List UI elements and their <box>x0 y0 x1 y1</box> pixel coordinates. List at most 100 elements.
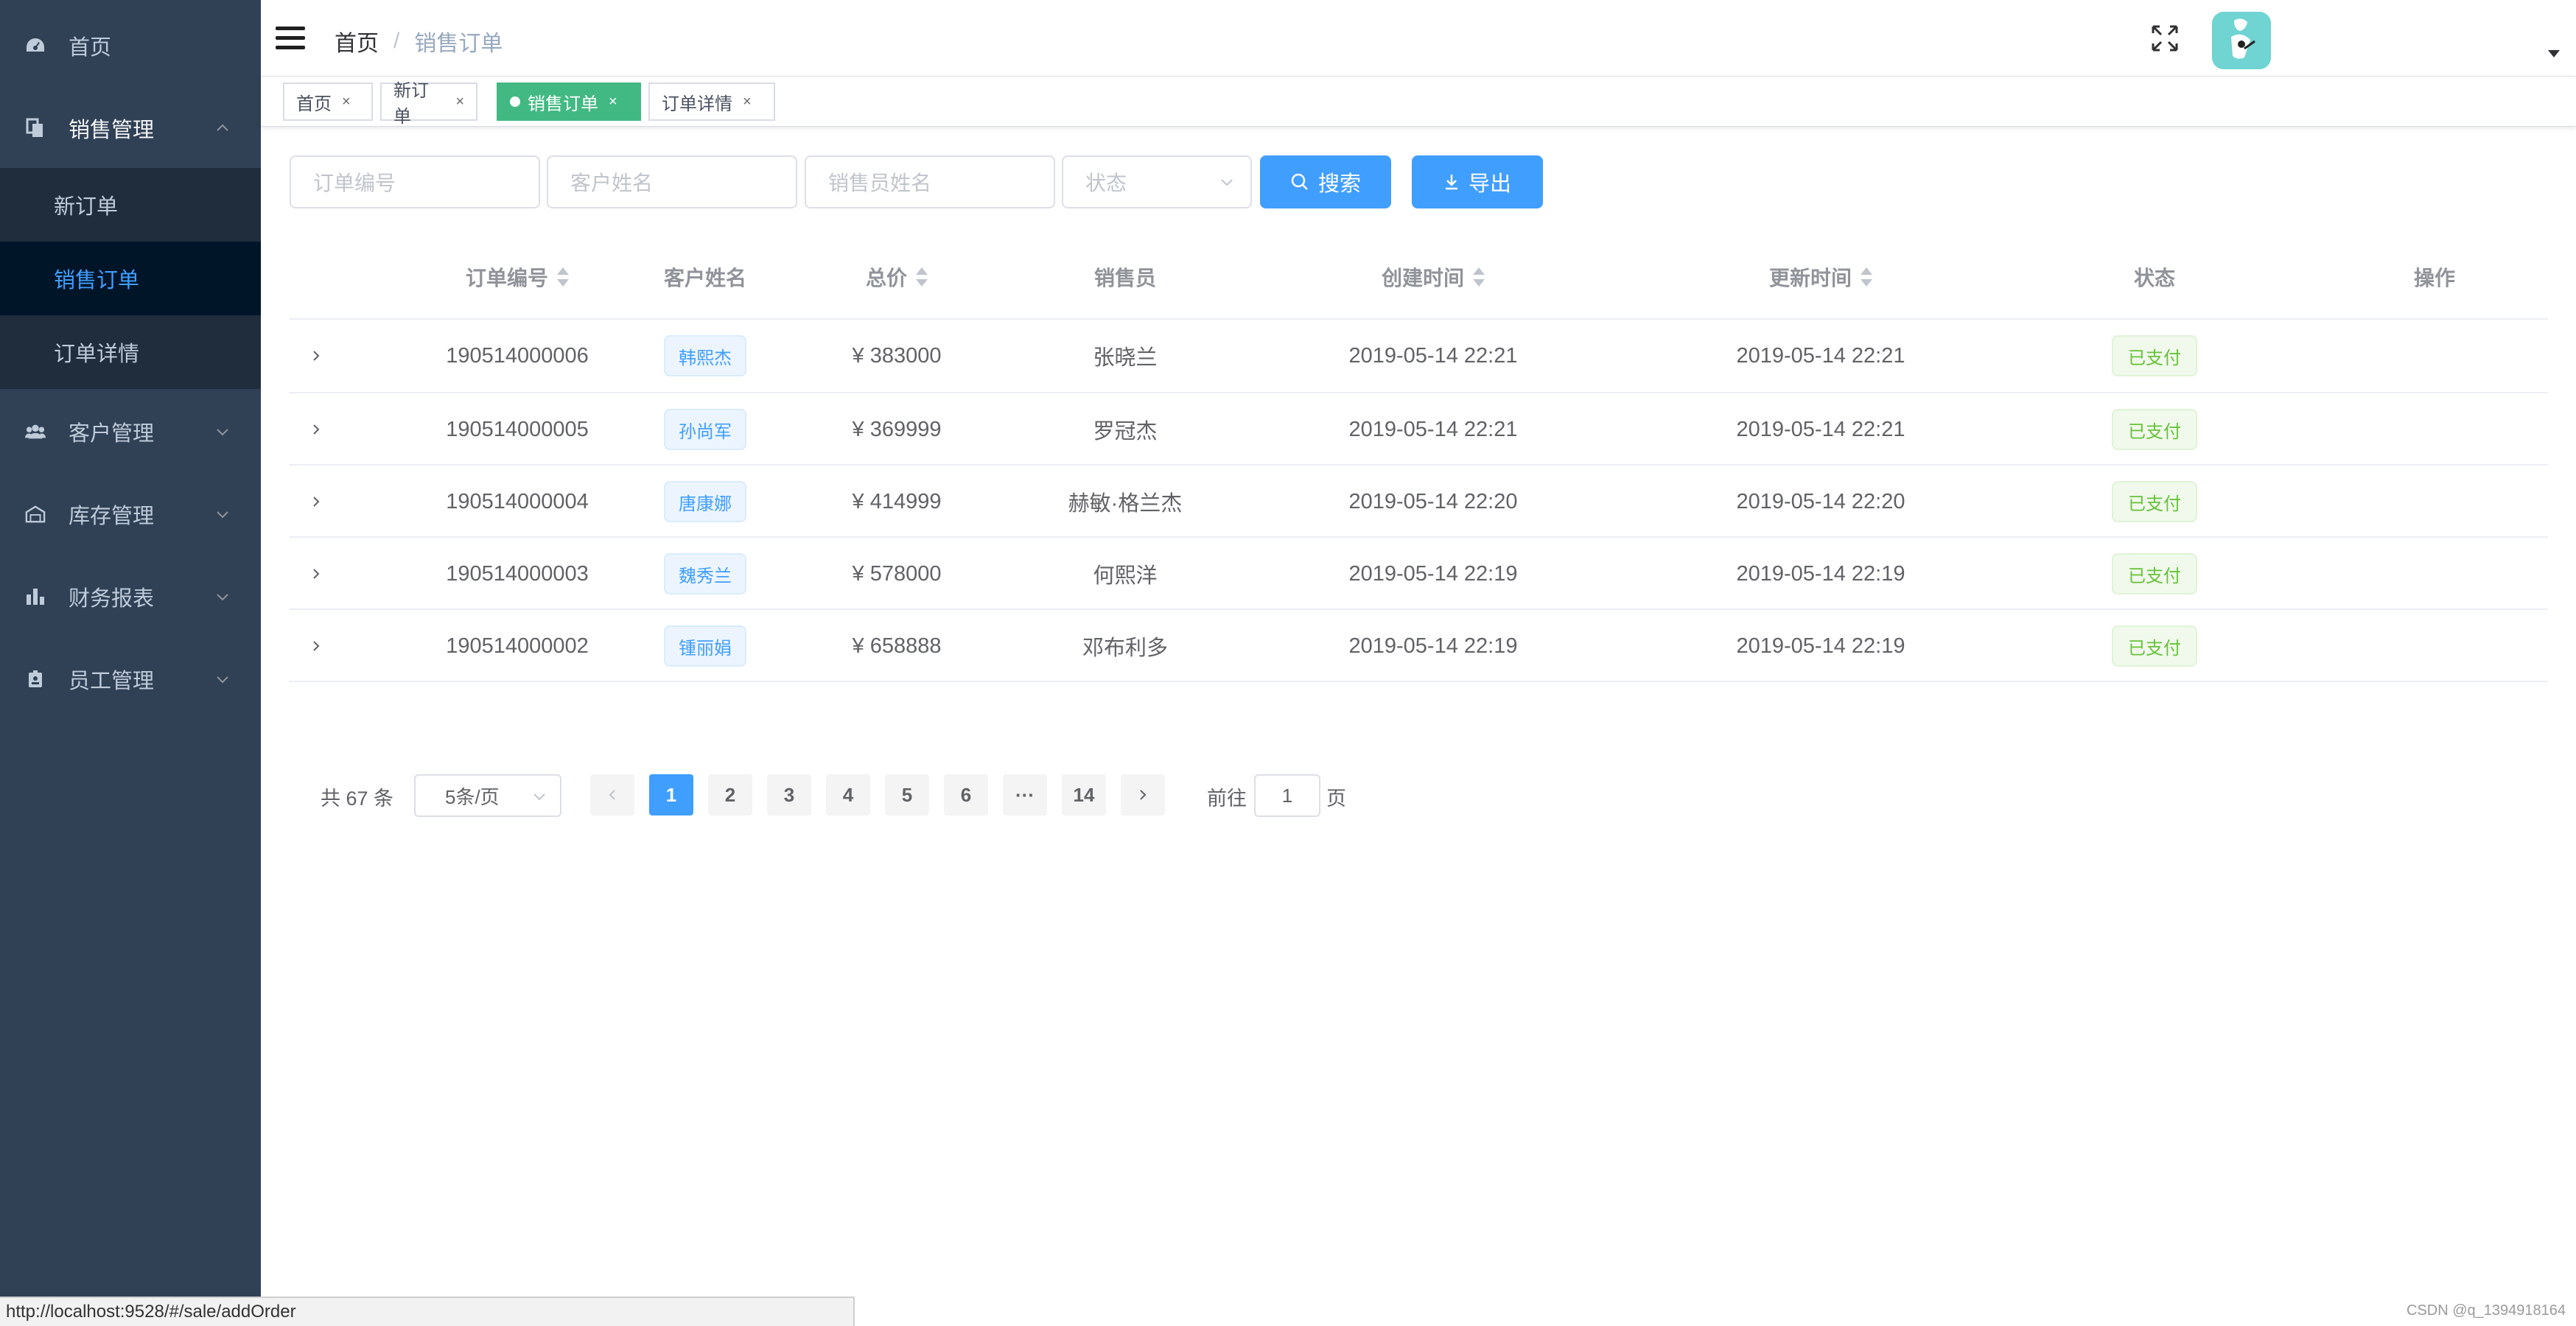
updated-time: 2019-05-14 22:19 <box>1736 634 1905 658</box>
total-price: ¥ 383000 <box>852 343 942 368</box>
sidebar-item-sales-orders[interactable]: 销售订单 <box>0 242 261 315</box>
close-icon[interactable]: × <box>342 94 351 110</box>
chevron-right-icon[interactable] <box>309 349 323 362</box>
sidebar-item-staff[interactable]: 员工管理 <box>0 638 261 720</box>
caret-down-icon[interactable] <box>2548 50 2560 57</box>
sidebar-item-finance[interactable]: 财务报表 <box>0 555 261 638</box>
sort-icon[interactable] <box>916 267 928 287</box>
chevron-right-icon[interactable] <box>309 639 323 653</box>
table-row[interactable]: 190514000004 唐康娜 ¥ 414999 赫敏·格兰杰 2019-05… <box>289 466 2548 538</box>
column-header-customer: 客户姓名 <box>628 236 783 318</box>
close-icon[interactable]: × <box>455 94 464 110</box>
customer-cell: 韩熙杰 <box>628 320 783 392</box>
column-header-status: 状态 <box>2015 236 2295 318</box>
status-badge: 已支付 <box>2112 409 2197 450</box>
table-row[interactable]: 190514000006 韩熙杰 ¥ 383000 张晓兰 2019-05-14… <box>289 320 2548 392</box>
breadcrumb-current: 销售订单 <box>414 32 503 56</box>
updated-time: 2019-05-14 22:19 <box>1736 561 1905 586</box>
page-size-value: 5条/页 <box>445 785 500 808</box>
chevron-right-icon <box>1140 790 1147 800</box>
customer-cell: 锺丽娟 <box>628 610 783 682</box>
sidebar-item-label: 客户管理 <box>69 422 155 446</box>
column-header-label: 订单编号 <box>465 267 548 290</box>
column-header-total[interactable]: 总价 <box>783 236 1011 318</box>
customer-cell: 唐康娜 <box>628 466 783 538</box>
customer-tag: 韩熙杰 <box>664 335 746 376</box>
chevron-right-icon[interactable] <box>309 495 323 508</box>
fullscreen-icon[interactable] <box>2150 24 2180 53</box>
export-button[interactable]: 导出 <box>1412 155 1543 208</box>
goto-page-input[interactable]: 1 <box>1254 774 1320 817</box>
page-button[interactable]: 3 <box>767 774 811 815</box>
customer-cell: 孙尚军 <box>628 393 783 466</box>
status-badge: 已支付 <box>2112 481 2197 522</box>
order-number: 190514000006 <box>446 343 589 368</box>
page-button[interactable]: 2 <box>708 774 752 815</box>
seller-name-input[interactable]: 销售员姓名 <box>805 155 1055 208</box>
search-button[interactable]: 搜索 <box>1260 155 1391 208</box>
status-select[interactable]: 状态 <box>1062 155 1252 208</box>
created-time: 2019-05-14 22:19 <box>1348 634 1518 658</box>
close-icon[interactable]: × <box>743 94 752 110</box>
page-button[interactable]: 4 <box>826 774 870 815</box>
sidebar-item-customers[interactable]: 客户管理 <box>0 390 261 473</box>
tags-view: 首页 × 新订单 × 销售订单 × 订单详情 × <box>261 77 2576 127</box>
chevron-up-icon <box>217 124 228 131</box>
sidebar-item-new-order[interactable]: 新订单 <box>0 168 261 242</box>
sales-submenu: 新订单 销售订单 订单详情 <box>0 168 261 389</box>
order-number-input[interactable]: 订单编号 <box>290 155 540 208</box>
people-icon <box>25 421 46 442</box>
sidebar-item-order-detail[interactable]: 订单详情 <box>0 315 261 389</box>
sort-icon[interactable] <box>557 267 569 287</box>
page-button[interactable]: 6 <box>944 774 988 815</box>
column-header-order-no[interactable]: 订单编号 <box>407 236 628 318</box>
prev-page-button[interactable] <box>590 774 634 815</box>
status-select-placeholder: 状态 <box>1085 172 1127 194</box>
tag-label: 订单详情 <box>662 94 732 114</box>
sidebar-item-home[interactable]: 首页 <box>0 4 261 87</box>
column-header-updated[interactable]: 更新时间 <box>1627 236 2015 318</box>
status-badge: 已支付 <box>2112 335 2197 376</box>
active-dot-icon <box>510 97 520 107</box>
tag-label: 新订单 <box>393 81 429 127</box>
page-button[interactable]: 1 <box>649 774 693 815</box>
sidebar-item-sales[interactable]: 销售管理 <box>0 87 261 169</box>
sidebar-item-inventory[interactable]: 库存管理 <box>0 473 261 555</box>
tag-home[interactable]: 首页 × <box>283 83 373 121</box>
tag-label: 销售订单 <box>528 94 598 114</box>
page-size-select[interactable]: 5条/页 <box>414 774 561 817</box>
close-icon[interactable]: × <box>609 94 617 110</box>
sidebar-item-label: 首页 <box>69 36 112 60</box>
updated-time: 2019-05-14 22:20 <box>1736 489 1905 513</box>
table-row[interactable]: 190514000002 锺丽娟 ¥ 658888 邓布利多 2019-05-1… <box>289 610 2548 682</box>
column-header-label: 状态 <box>2133 267 2175 290</box>
created-time: 2019-05-14 22:21 <box>1348 343 1518 368</box>
tag-sales-orders[interactable]: 销售订单 × <box>497 83 641 121</box>
hamburger-menu-icon[interactable] <box>276 27 305 50</box>
customer-name-input[interactable]: 客户姓名 <box>547 155 797 208</box>
tag-new-order[interactable]: 新订单 × <box>380 81 477 127</box>
more-pages-button[interactable]: ··· <box>1003 774 1047 815</box>
dashboard-icon <box>25 35 46 56</box>
breadcrumb-separator: / <box>393 29 400 53</box>
sort-icon[interactable] <box>1473 267 1485 287</box>
total-price: ¥ 658888 <box>852 634 942 658</box>
breadcrumb-home[interactable]: 首页 <box>335 25 379 57</box>
avatar[interactable] <box>2212 12 2271 69</box>
watermark: CSDN @q_1394918164 <box>2406 1302 2566 1319</box>
seller-name: 何熙洋 <box>1093 564 1158 588</box>
order-number: 190514000002 <box>446 634 589 658</box>
tag-order-detail[interactable]: 订单详情 × <box>648 83 775 121</box>
table-row[interactable]: 190514000003 魏秀兰 ¥ 578000 何熙洋 2019-05-14… <box>289 538 2548 610</box>
table-row[interactable]: 190514000005 孙尚军 ¥ 369999 罗冠杰 2019-05-14… <box>289 393 2548 466</box>
status-cell: 已支付 <box>2015 393 2295 466</box>
next-page-button[interactable] <box>1121 774 1165 815</box>
page-button[interactable]: 14 <box>1062 774 1106 815</box>
sort-icon[interactable] <box>1861 267 1872 287</box>
status-badge: 已支付 <box>2112 553 2197 594</box>
chevron-right-icon[interactable] <box>309 423 323 436</box>
badge-icon <box>25 669 46 690</box>
page-button[interactable]: 5 <box>885 774 929 815</box>
column-header-created[interactable]: 创建时间 <box>1239 236 1627 318</box>
chevron-right-icon[interactable] <box>309 567 323 580</box>
